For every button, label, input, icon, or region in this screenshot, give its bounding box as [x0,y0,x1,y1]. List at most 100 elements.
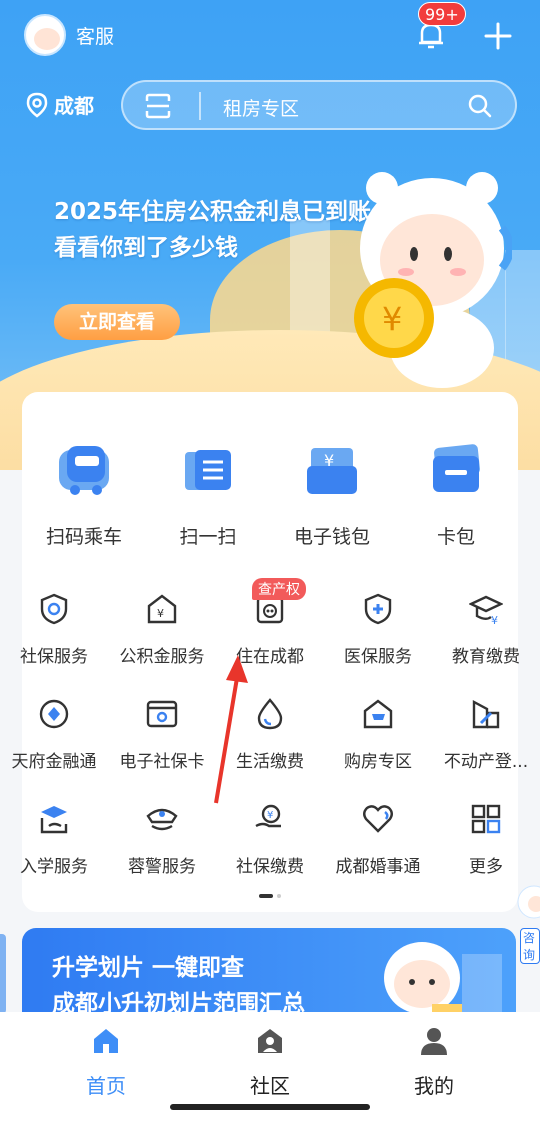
cart-house-icon [363,699,393,729]
service-label: 社保缴费 [236,857,304,877]
service-label: 不动产登... [443,752,529,772]
water-drop-icon [257,698,283,730]
banner-title[interactable]: 2025年住房公积金利息已到账 [54,192,371,226]
promo-title: 升学划片 一键即查 [52,955,245,981]
service-label: 社保服务 [20,647,88,667]
plus-icon[interactable] [482,20,514,52]
service-live-chengdu[interactable]: 查产权 住在成都 [216,578,324,697]
services-row: 社保服务 ¥ 公积金服务 查产权 住在成都 医保服务 ¥ 教育缴费 [0,578,540,697]
prev-banner-peek [0,934,6,1014]
heart-icon [363,805,393,833]
graduation-cap-icon: ¥ [468,595,504,627]
tab-profile[interactable]: 我的 [384,1026,484,1099]
police-cap-icon [146,808,178,831]
house-yen-icon: ¥ [147,594,177,624]
service-life-payment[interactable]: 生活缴费 [216,697,324,802]
service-label: 住在成都 [236,647,304,667]
service-label[interactable]: 客服 [76,22,114,49]
main-action-label: 扫一扫 [179,526,237,548]
main-action-scan[interactable]: 扫一扫 [146,444,270,549]
notification-badge: 99+ [418,2,466,26]
hand-coin-icon: ¥ [255,804,281,828]
svg-text:¥: ¥ [157,607,164,620]
service-real-estate-registration[interactable]: 不动产登... [432,697,540,802]
banner-view-button[interactable]: 立即查看 [54,304,180,340]
page-indicator [259,894,281,898]
services-row: 天府金融通 电子社保卡 生活缴费 购房专区 不动产登... [0,697,540,802]
location-pin-icon [26,92,48,118]
service-label: 蓉警服务 [128,857,196,877]
services-grid: 社保服务 ¥ 公积金服务 查产权 住在成都 医保服务 ¥ 教育缴费 天府金融通 … [0,578,540,907]
service-label: 购房专区 [344,752,412,772]
mascot-icon [517,885,540,919]
banner-subtitle[interactable]: 看看你到了多少钱 [54,228,238,262]
search-bar[interactable]: 租房专区 [121,80,517,130]
service-enrollment[interactable]: 入学服务 [0,802,108,907]
main-action-label: 扫码乘车 [45,526,122,548]
grid-icon [471,804,501,834]
svg-text:¥: ¥ [491,614,498,626]
main-action-wallet[interactable]: ¥ 电子钱包 [270,444,394,549]
svg-text:¥: ¥ [382,300,402,338]
service-social-payment[interactable]: ¥ 社保缴费 [216,802,324,907]
service-label: 公积金服务 [119,647,205,667]
mascot-face [34,28,60,50]
id-card-icon [146,700,178,728]
main-actions-row: 扫码乘车 扫一扫 ¥ 电子钱包 卡包 [22,444,518,549]
mascot-illustration: ¥ [354,172,512,388]
search-icon[interactable] [467,93,493,119]
service-label: 医保服务 [344,647,412,667]
service-marriage[interactable]: 成都婚事通 [324,802,432,907]
service-housing-fund[interactable]: ¥ 公积金服务 [108,592,216,697]
search-divider [199,92,201,120]
city-name: 成都 [54,94,94,118]
top-bar: 客服 99+ [0,0,540,70]
service-label: 生活缴费 [236,752,304,772]
home-icon [94,1029,118,1053]
service-label: 天府金融通 [11,752,97,772]
bus-scan-icon [59,446,109,495]
service-label: 入学服务 [20,857,88,877]
home-indicator [170,1104,370,1110]
main-action-label: 电子钱包 [293,526,370,548]
card-icon [433,444,480,492]
shield-icon [40,593,68,625]
service-e-social-card[interactable]: 电子社保卡 [108,697,216,802]
service-police[interactable]: 蓉警服务 [108,802,216,907]
property-icon [472,699,500,729]
profile-icon [421,1028,447,1055]
main-action-card[interactable]: 卡包 [394,444,518,549]
service-social-security[interactable]: 社保服务 [0,592,108,697]
service-label: 更多 [469,857,503,877]
consult-label[interactable]: 咨询 [520,928,540,964]
scan-icon [185,450,231,490]
service-house-purchase[interactable]: 购房专区 [324,697,432,802]
tab-home[interactable]: 首页 [56,1026,156,1099]
service-label: 教育缴费 [452,647,520,667]
main-action-bus-scan[interactable]: 扫码乘车 [22,444,146,549]
service-education-fee[interactable]: ¥ 教育缴费 [432,592,540,697]
tab-label: 社区 [250,1074,290,1098]
banner-building [290,220,330,340]
service-label: 成都婚事通 [335,857,421,877]
property-check-tag: 查产权 [252,578,306,600]
page-dot-active [259,894,273,898]
location-selector[interactable]: 成都 [26,90,94,119]
service-label: 电子社保卡 [119,752,205,772]
search-placeholder: 租房专区 [223,98,300,120]
finance-diamond-icon [39,699,69,729]
tab-label: 首页 [86,1074,126,1098]
svg-text:¥: ¥ [267,810,273,821]
main-action-label: 卡包 [436,526,475,548]
medical-shield-icon [364,593,392,625]
scan-icon[interactable] [145,93,171,119]
page-dot [277,894,281,898]
school-icon [40,806,68,834]
service-tianfu-finance[interactable]: 天府金融通 [0,697,108,802]
service-avatar[interactable] [24,14,66,56]
community-icon [258,1029,282,1053]
wallet-icon: ¥ [307,448,357,494]
tab-label: 我的 [414,1074,454,1098]
tab-community[interactable]: 社区 [220,1026,320,1099]
service-medical[interactable]: 医保服务 [324,592,432,697]
